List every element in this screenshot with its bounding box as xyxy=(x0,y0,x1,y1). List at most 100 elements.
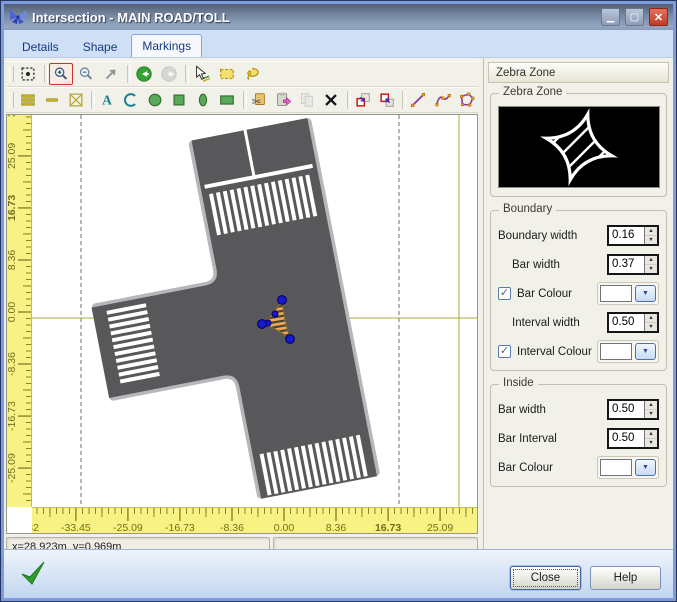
square-button[interactable] xyxy=(168,89,191,111)
svg-text:-8.36: -8.36 xyxy=(7,352,18,376)
svg-text:16.73: 16.73 xyxy=(375,522,401,533)
spin-up-button[interactable]: ▲ xyxy=(645,401,657,410)
undo-button[interactable] xyxy=(132,63,156,85)
delete-button[interactable] xyxy=(320,89,343,111)
circle-icon xyxy=(146,91,164,109)
toolbar-separator xyxy=(344,90,351,110)
tab-shape[interactable]: Shape xyxy=(73,36,128,57)
spin-value[interactable]: 0.50 xyxy=(609,401,644,418)
redo-button[interactable] xyxy=(157,63,181,85)
ellipse-button[interactable] xyxy=(192,89,215,111)
tab-details[interactable]: Details xyxy=(12,36,69,57)
spin-up-button[interactable]: ▲ xyxy=(645,314,657,323)
paste-icon xyxy=(274,91,292,109)
spin-up-button[interactable]: ▲ xyxy=(645,256,657,265)
bar-colour-picker: ▼ xyxy=(597,456,659,479)
svg-text:-25.09: -25.09 xyxy=(7,453,18,483)
lines-button[interactable] xyxy=(16,89,39,111)
zone-vertex-handle[interactable] xyxy=(278,296,287,305)
bar-colour-picker: ▼ xyxy=(597,282,659,305)
no-hatch-button[interactable] xyxy=(64,89,87,111)
arc-button[interactable] xyxy=(120,89,143,111)
spin-value[interactable]: 0.37 xyxy=(609,256,644,273)
rect-select-button[interactable] xyxy=(215,63,239,85)
bar-width-input[interactable]: 0.50▲▼ xyxy=(607,399,659,420)
svg-text:-16.73: -16.73 xyxy=(7,401,18,431)
rectangle-button[interactable] xyxy=(216,89,239,111)
interval-colour-checkbox[interactable]: ✓ xyxy=(498,345,511,358)
zoom-out-button[interactable] xyxy=(74,63,98,85)
fit-view-button[interactable] xyxy=(16,63,40,85)
polycurve-button[interactable] xyxy=(431,89,454,111)
help-button[interactable]: Help xyxy=(590,566,661,590)
spin-down-button[interactable]: ▼ xyxy=(645,439,657,447)
ellipse-icon xyxy=(194,91,212,109)
field-label-wrap: Bar Interval xyxy=(498,433,557,445)
intersection-canvas[interactable] xyxy=(32,115,477,507)
panel-title: Zebra Zone xyxy=(488,62,669,83)
spin-down-button[interactable]: ▼ xyxy=(645,410,657,418)
field-label-wrap: Boundary width xyxy=(498,230,577,242)
spin-down-button[interactable]: ▼ xyxy=(645,323,657,331)
bar-interval-input[interactable]: 0.50▲▼ xyxy=(607,428,659,449)
copy-button[interactable] xyxy=(296,89,319,111)
spin-value[interactable]: 0.50 xyxy=(609,430,644,447)
rect-select-icon xyxy=(218,65,236,83)
spin-down-button[interactable]: ▼ xyxy=(645,265,657,273)
field-label-wrap: Bar width xyxy=(498,404,546,416)
spin-down-button[interactable]: ▼ xyxy=(645,236,657,244)
zone-vertex-handle[interactable] xyxy=(272,311,278,317)
select-marking-button[interactable] xyxy=(190,63,214,85)
bring-front-button[interactable] xyxy=(375,89,398,111)
field-label: Bar width xyxy=(498,404,546,416)
colour-swatch[interactable] xyxy=(600,285,632,302)
circle-button[interactable] xyxy=(144,89,167,111)
redo-icon xyxy=(160,65,178,83)
field-label: Bar Colour xyxy=(498,462,553,474)
bar-colour-checkbox[interactable]: ✓ xyxy=(498,287,511,300)
lasso-select-button[interactable] xyxy=(240,63,264,85)
close-window-button[interactable]: ✕ xyxy=(649,8,668,26)
view-toolbar xyxy=(6,61,478,87)
close-button[interactable]: Close xyxy=(510,566,581,590)
zone-vertex-handle[interactable] xyxy=(286,335,295,344)
pan-arrow-button[interactable] xyxy=(99,63,123,85)
send-back-button[interactable] xyxy=(351,89,374,111)
bar-width-input[interactable]: 0.37▲▼ xyxy=(607,254,659,275)
spin-up-button[interactable]: ▲ xyxy=(645,430,657,439)
zone-vertex-handle[interactable] xyxy=(258,320,267,329)
text-button[interactable]: A xyxy=(96,89,119,111)
spin-up-button[interactable]: ▲ xyxy=(645,227,657,236)
tabstrip: Details Shape Markings xyxy=(4,30,673,58)
colour-swatch[interactable] xyxy=(600,459,632,476)
markings-page: A✂ 33.4525.0916.738.360.00-8.36-16.73-25… xyxy=(4,58,673,549)
field-label: Bar width xyxy=(512,259,560,271)
minimize-button[interactable]: ▁ xyxy=(601,8,620,26)
zoom-in-button[interactable] xyxy=(49,63,73,85)
toolbar-separator xyxy=(41,64,48,84)
field-row-boundary-width: Boundary width 0.16▲▼ xyxy=(498,221,659,250)
vertical-ruler-scale: 33.4525.0916.738.360.00-8.36-16.73-25.09 xyxy=(7,115,32,507)
dash-button[interactable] xyxy=(40,89,63,111)
polyline-button[interactable] xyxy=(407,89,430,111)
cut-button[interactable]: ✂ xyxy=(248,89,271,111)
svg-text:A: A xyxy=(102,93,112,108)
send-back-icon xyxy=(354,91,372,109)
zoom-in-icon xyxy=(52,65,70,83)
spin-value[interactable]: 0.50 xyxy=(609,314,644,331)
interval-width-input[interactable]: 0.50▲▼ xyxy=(607,312,659,333)
horizontal-ruler: -41.82-33.45-25.09-16.73-8.360.008.3616.… xyxy=(32,507,477,533)
maximize-button[interactable]: ▢ xyxy=(625,8,644,26)
boundary-width-input[interactable]: 0.16▲▼ xyxy=(607,225,659,246)
spin-value[interactable]: 0.16 xyxy=(609,227,644,244)
colour-dropdown-button[interactable]: ▼ xyxy=(635,343,656,360)
colour-dropdown-button[interactable]: ▼ xyxy=(635,285,656,302)
polygon-button[interactable] xyxy=(455,89,478,111)
pan-arrow-icon xyxy=(102,65,120,83)
colour-dropdown-button[interactable]: ▼ xyxy=(635,459,656,476)
field-row-interval-width: Interval width0.50▲▼ xyxy=(498,308,659,337)
tab-markings[interactable]: Markings xyxy=(131,34,202,57)
colour-swatch[interactable] xyxy=(600,343,632,360)
paste-button[interactable] xyxy=(272,89,295,111)
titlebar[interactable]: Intersection - MAIN ROAD/TOLL ▁ ▢ ✕ xyxy=(4,4,673,30)
